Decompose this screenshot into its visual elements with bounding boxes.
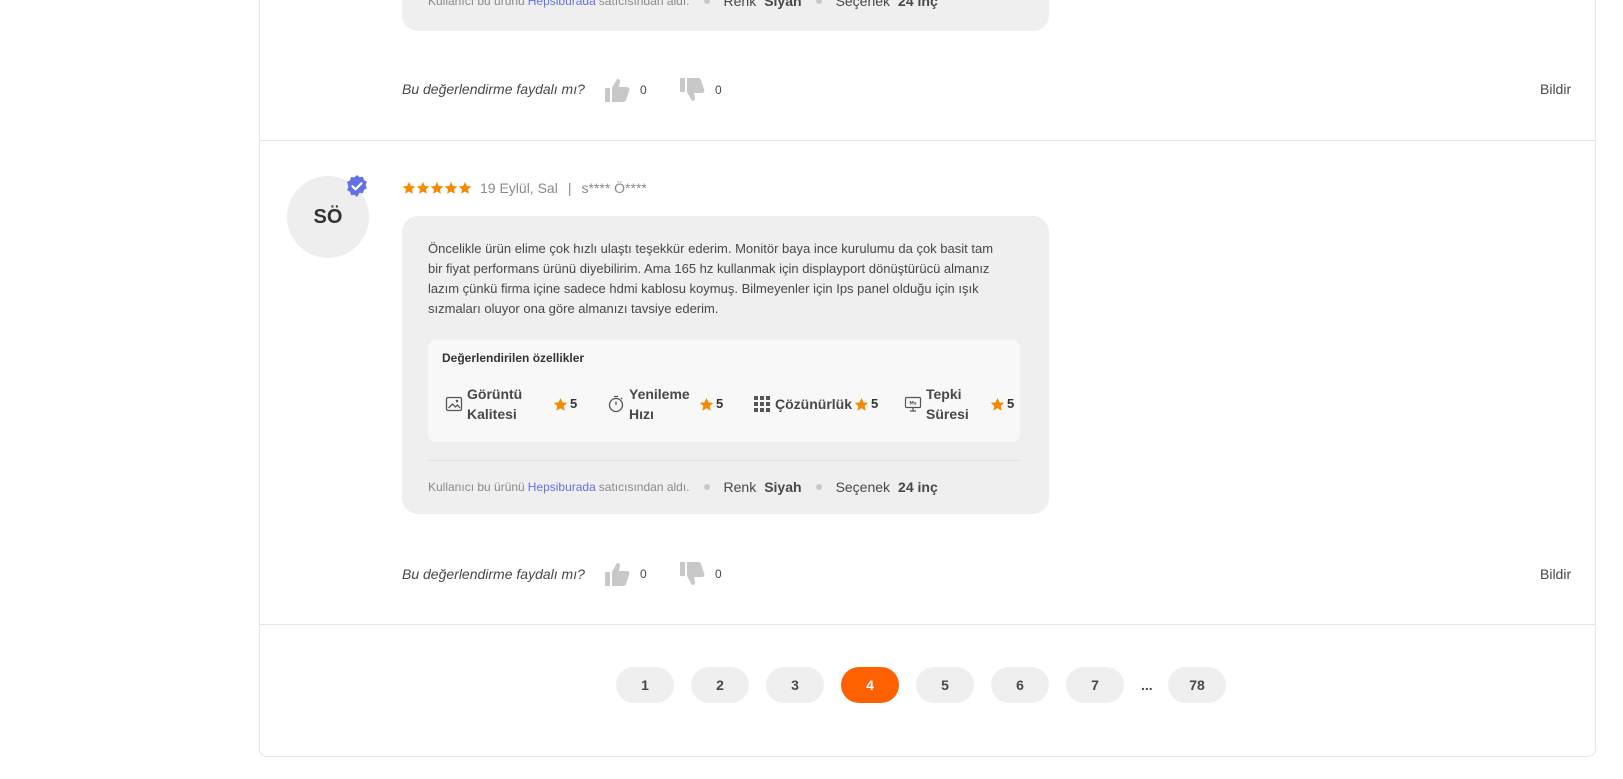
feature-image-quality: Görüntü Kalitesi 5 bbox=[445, 384, 577, 424]
prev-dislike-button[interactable]: 0 bbox=[678, 77, 722, 103]
thumbs-up-icon bbox=[605, 563, 630, 586]
dislike-count: 0 bbox=[715, 83, 722, 97]
review-box: Öncelikle ürün elime çok hızlı ulaştı te… bbox=[402, 216, 1049, 514]
dot-separator bbox=[703, 0, 710, 4]
color-value: Siyah bbox=[764, 479, 802, 495]
page-button-6[interactable]: 6 bbox=[991, 667, 1049, 703]
page-button-3[interactable]: 3 bbox=[766, 667, 824, 703]
feature-refresh-rate: Yenileme Hızı 5 bbox=[607, 384, 723, 424]
seller-suffix: satıcısından aldı. bbox=[598, 0, 690, 8]
feature-name-line2: Hızı bbox=[629, 406, 654, 422]
grid-icon bbox=[753, 395, 771, 413]
review-divider bbox=[259, 624, 1596, 625]
star-icon bbox=[430, 181, 444, 194]
feature-name-line1: Çözünürlük bbox=[775, 396, 852, 412]
image-quality-icon bbox=[445, 395, 463, 413]
feature-name-line2: Kalitesi bbox=[467, 406, 517, 422]
star-icon bbox=[402, 181, 416, 194]
rating-stars bbox=[402, 181, 472, 195]
prev-report-link[interactable]: Bildir bbox=[1540, 81, 1596, 97]
star-icon bbox=[854, 397, 869, 411]
review-divider bbox=[259, 140, 1596, 141]
feature-score-value: 5 bbox=[570, 396, 578, 411]
page-button-4-active[interactable]: 4 bbox=[841, 667, 899, 703]
dislike-button[interactable]: 0 bbox=[678, 561, 722, 587]
star-icon bbox=[990, 397, 1005, 411]
seller-line: Kullanıcı bu ürünü Hepsiburada satıcısın… bbox=[428, 479, 938, 495]
review-text: Öncelikle ürün elime çok hızlı ulaştı te… bbox=[428, 241, 994, 316]
feature-score: 5 bbox=[990, 394, 1014, 414]
report-link[interactable]: Bildir bbox=[1540, 566, 1596, 582]
feature-response-time: Ms Tepki Süresi 5 bbox=[904, 384, 1014, 424]
seller-suffix: satıcısından aldı. bbox=[598, 480, 690, 494]
review-date: 19 Eylül, Sal bbox=[480, 180, 558, 196]
prev-like-button[interactable]: 0 bbox=[603, 77, 647, 103]
seller-prefix: Kullanıcı bu ürünü bbox=[428, 480, 525, 494]
review-author: s**** Ö**** bbox=[581, 180, 647, 196]
page-button-last[interactable]: 78 bbox=[1168, 667, 1226, 703]
star-icon bbox=[444, 181, 458, 194]
page-button-2[interactable]: 2 bbox=[691, 667, 749, 703]
page-button-1[interactable]: 1 bbox=[616, 667, 674, 703]
like-button[interactable]: 0 bbox=[603, 561, 647, 587]
thumbs-down-icon bbox=[680, 562, 705, 585]
option-value: 24 inç bbox=[898, 479, 938, 495]
page-button-7[interactable]: 7 bbox=[1066, 667, 1124, 703]
feature-name-line1: Yenileme bbox=[629, 386, 690, 402]
avatar-initials: SÖ bbox=[313, 205, 343, 228]
option-label: Seçenek bbox=[835, 479, 891, 495]
features-title: Değerlendirilen özellikler bbox=[442, 351, 585, 365]
verified-badge-icon bbox=[347, 175, 367, 197]
feature-score: 5 bbox=[699, 394, 723, 414]
seller-link[interactable]: Hepsiburada bbox=[528, 480, 596, 494]
color-label: Renk bbox=[723, 479, 757, 495]
thumbs-down-icon bbox=[680, 78, 705, 101]
dot-separator bbox=[703, 484, 710, 490]
like-count: 0 bbox=[640, 567, 647, 581]
prev-review-box: Kullanıcı bu ürünü Hepsiburada satıcısın… bbox=[402, 0, 1049, 31]
option-value: 24 inç bbox=[898, 0, 938, 9]
svg-text:Ms: Ms bbox=[909, 401, 916, 407]
feature-score: 5 bbox=[854, 394, 878, 414]
feature-score-value: 5 bbox=[716, 396, 724, 411]
dot-separator bbox=[815, 0, 822, 4]
option-label: Seçenek bbox=[835, 0, 891, 9]
color-value: Siyah bbox=[764, 0, 802, 9]
page-ellipsis: ... bbox=[1141, 677, 1153, 693]
meta-separator: | bbox=[567, 180, 572, 196]
feature-name-line2: Süresi bbox=[926, 406, 969, 422]
star-icon bbox=[416, 181, 430, 194]
seller-link[interactable]: Hepsiburada bbox=[528, 0, 596, 8]
rated-features: Değerlendirilen özellikler Görüntü Kalite… bbox=[428, 340, 1020, 442]
review-box-divider bbox=[428, 460, 1020, 461]
like-count: 0 bbox=[640, 83, 647, 97]
star-icon bbox=[699, 397, 714, 411]
star-icon bbox=[458, 181, 472, 194]
seller-prefix: Kullanıcı bu ürünü bbox=[428, 0, 525, 8]
page-button-5[interactable]: 5 bbox=[916, 667, 974, 703]
color-label: Renk bbox=[723, 0, 757, 9]
pagination: 1 2 3 4 5 6 7 ... 78 bbox=[616, 667, 1243, 703]
dot-separator bbox=[815, 484, 822, 490]
review-meta: 19 Eylül, Sal | s**** Ö**** bbox=[402, 180, 647, 196]
feature-resolution: Çözünürlük 5 bbox=[753, 384, 878, 424]
feature-score-value: 5 bbox=[871, 396, 879, 411]
helpful-question: Bu değerlendirme faydalı mı? bbox=[402, 566, 585, 582]
timer-icon bbox=[607, 395, 625, 413]
dislike-count: 0 bbox=[715, 567, 722, 581]
prev-helpful-question: Bu değerlendirme faydalı mı? bbox=[402, 81, 585, 97]
star-icon bbox=[553, 397, 568, 411]
feature-score: 5 bbox=[553, 394, 577, 414]
feature-name-line1: Görüntü bbox=[467, 386, 523, 402]
prev-seller-line: Kullanıcı bu ürünü Hepsiburada satıcısın… bbox=[428, 0, 938, 9]
monitor-icon: Ms bbox=[904, 395, 922, 413]
thumbs-up-icon bbox=[605, 79, 630, 102]
feature-name-line1: Tepki bbox=[926, 386, 962, 402]
feature-score-value: 5 bbox=[1007, 396, 1015, 411]
